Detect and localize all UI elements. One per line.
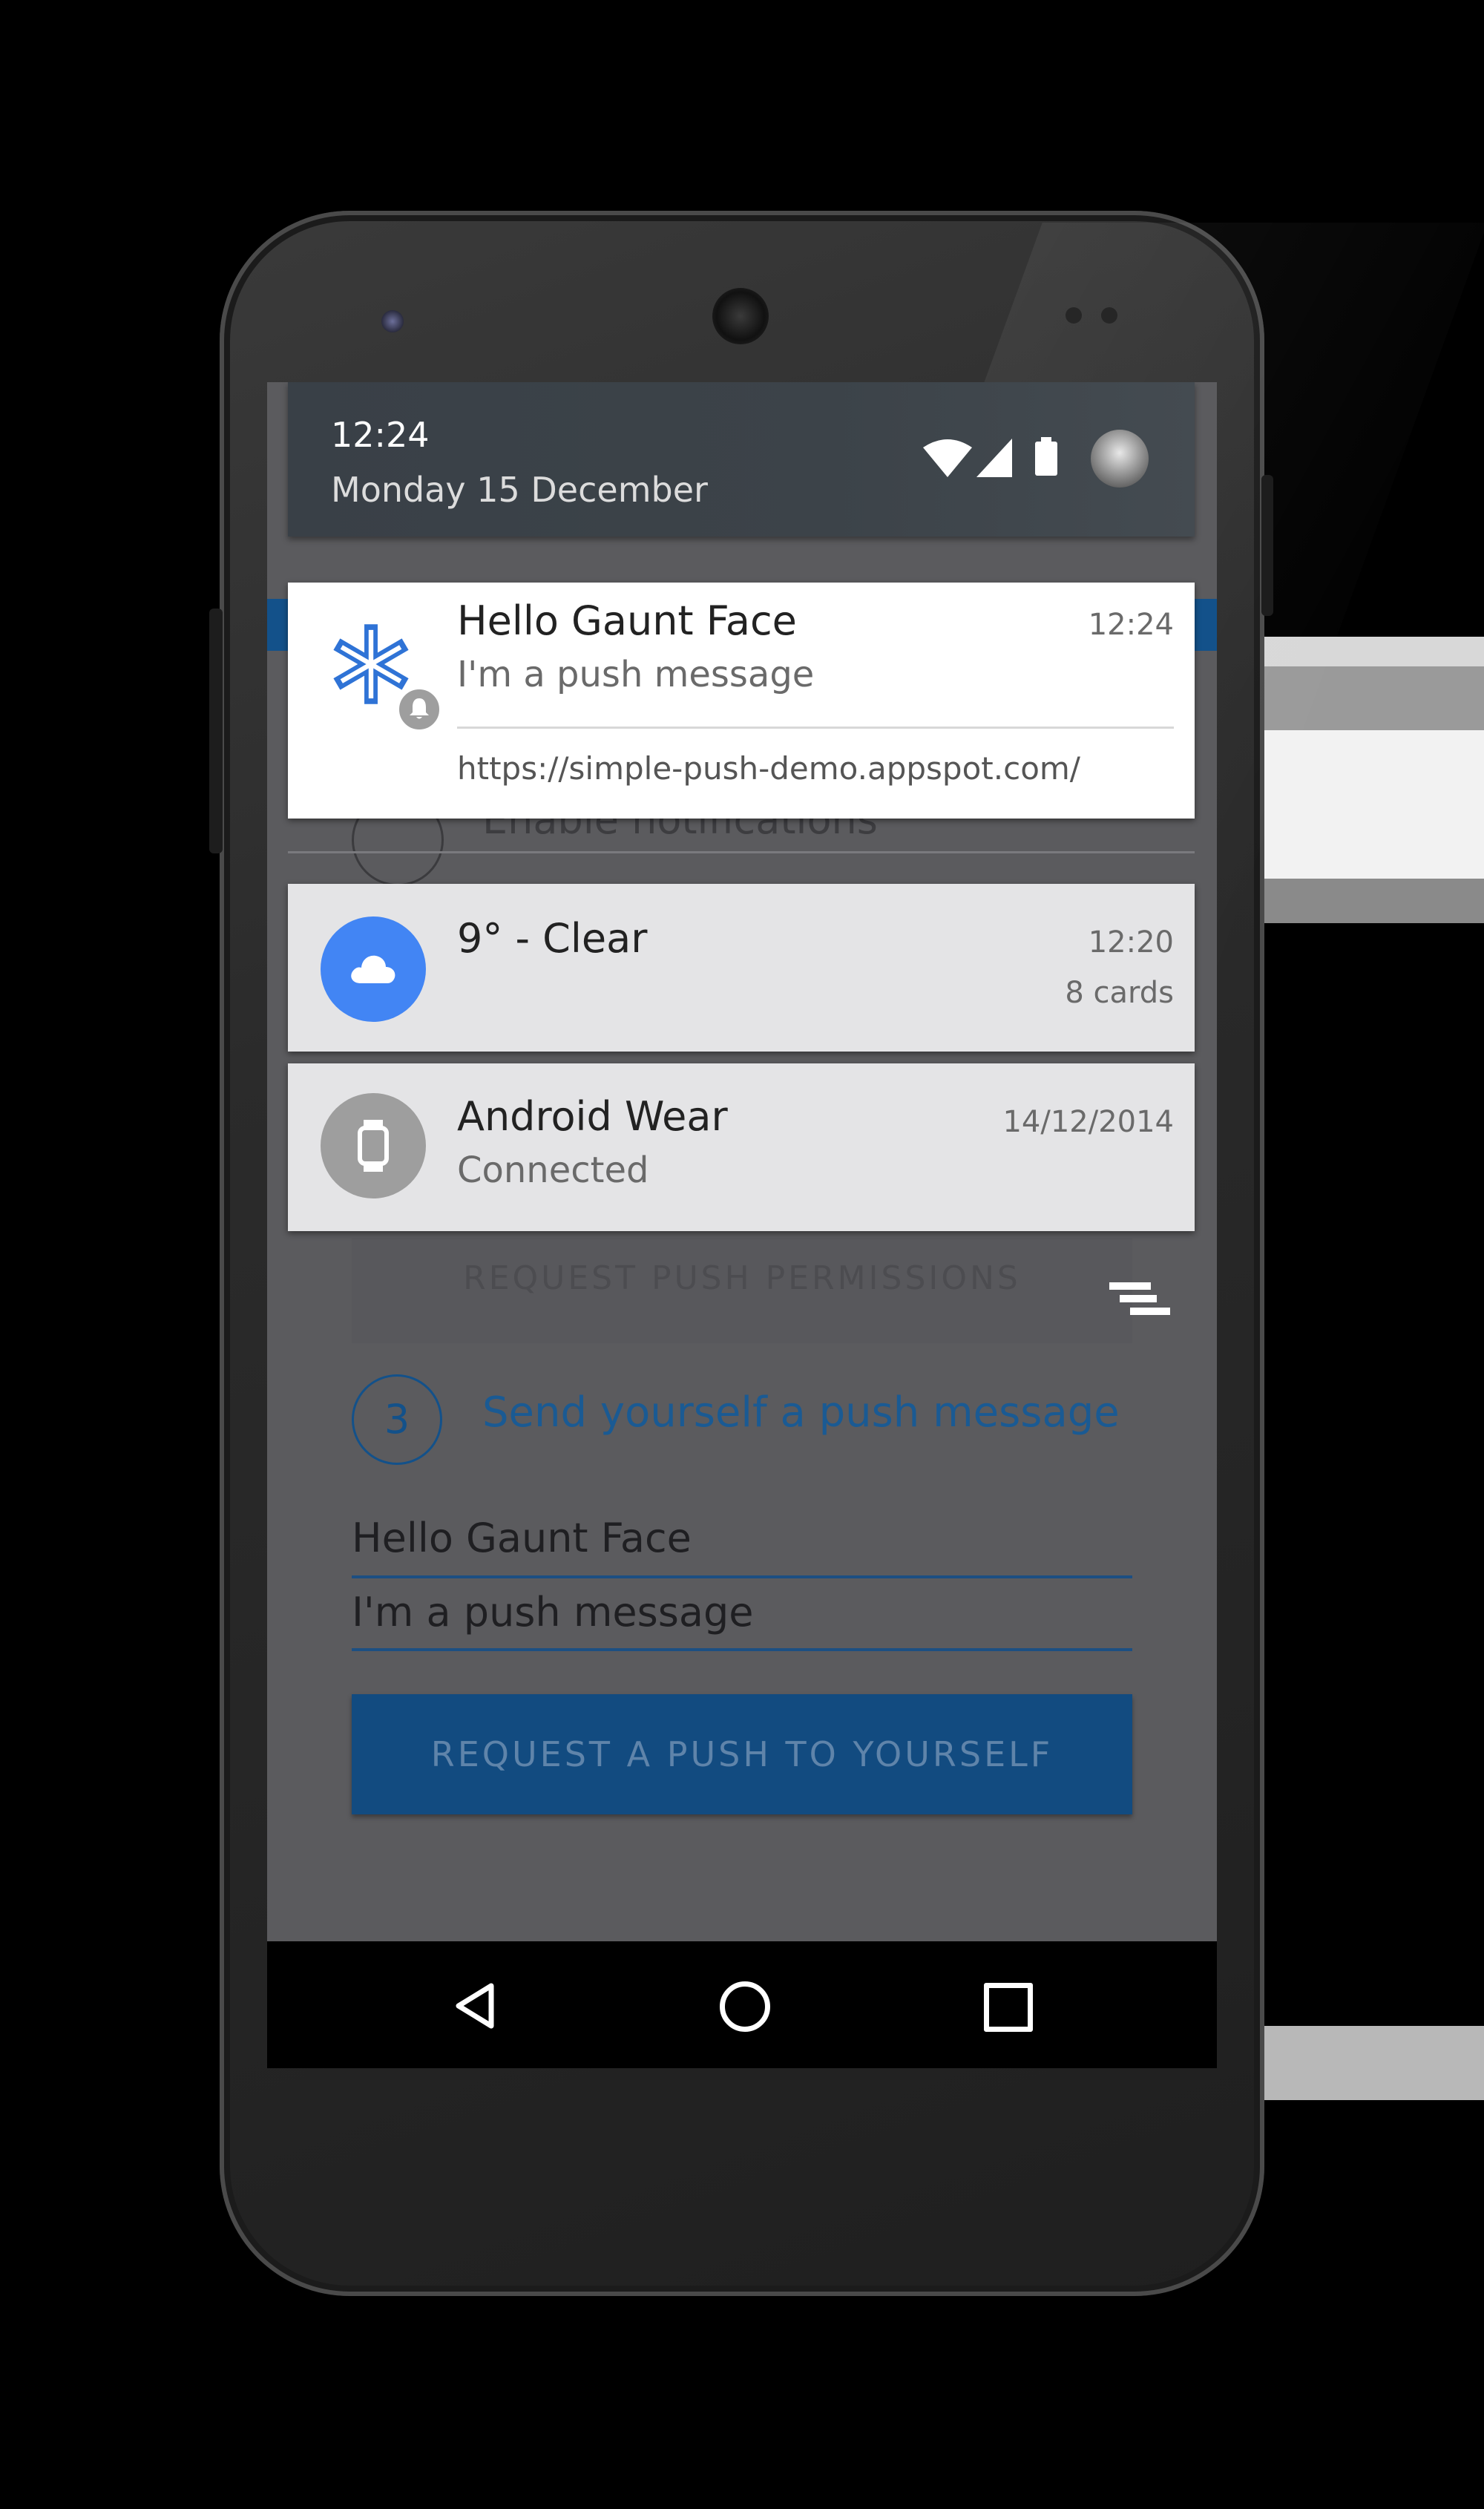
- front-camera: [381, 310, 404, 332]
- volume-button: [209, 609, 223, 853]
- recents-icon[interactable]: [984, 1983, 1033, 2032]
- notification-divider: [457, 727, 1174, 729]
- status-time: 12:24: [331, 415, 430, 455]
- request-permissions-button[interactable]: REQUEST PUSH PERMISSIONS: [352, 1238, 1132, 1343]
- home-icon[interactable]: [720, 1981, 770, 2032]
- notification-push[interactable]: Hello Gaunt Face I'm a push message 12:2…: [288, 583, 1195, 819]
- notification-android-wear[interactable]: Android Wear Connected 14/12/2014: [288, 1063, 1195, 1231]
- title-field[interactable]: Hello Gaunt Face: [352, 1515, 692, 1561]
- step3-number: 3: [352, 1374, 442, 1465]
- watch-icon: [321, 1093, 426, 1198]
- notification-time: 12:24: [1088, 608, 1174, 642]
- light-sensor: [1101, 307, 1117, 324]
- earpiece-speaker: [712, 288, 769, 344]
- menu-icon[interactable]: [1109, 1282, 1170, 1327]
- bell-icon: [396, 686, 442, 732]
- notification-meta: 8 cards: [1065, 976, 1174, 1010]
- title-field-underline: [352, 1575, 1132, 1578]
- notification-title: 9° - Clear: [457, 915, 648, 962]
- proximity-sensor: [1066, 307, 1082, 324]
- background-stripe: [1263, 730, 1484, 879]
- power-button: [1261, 475, 1273, 616]
- notification-time: 14/12/2014: [1002, 1105, 1174, 1139]
- status-date: Monday 15 December: [331, 470, 708, 510]
- notification-url[interactable]: https://simple-push-demo.appspot.com/: [457, 750, 1080, 787]
- screen: Enable notifications REQUEST PUSH PERMIS…: [267, 382, 1217, 2068]
- notification-title: Hello Gaunt Face: [457, 597, 797, 644]
- notification-weather[interactable]: 9° - Clear 12:20 8 cards: [288, 884, 1195, 1052]
- cell-signal-icon: [976, 439, 1012, 477]
- notification-time: 12:20: [1088, 925, 1174, 960]
- wifi-icon: [923, 439, 972, 477]
- avatar[interactable]: [1091, 430, 1149, 488]
- message-field[interactable]: I'm a push message: [352, 1589, 754, 1636]
- notification-message: I'm a push message: [457, 654, 815, 695]
- background-stripe: [1263, 879, 1484, 923]
- status-header: 12:24 Monday 15 December: [288, 382, 1195, 537]
- notification-title: Android Wear: [457, 1093, 728, 1140]
- notification-message: Connected: [457, 1149, 649, 1191]
- back-icon[interactable]: [453, 1981, 499, 2030]
- request-push-button[interactable]: REQUEST A PUSH TO YOURSELF: [352, 1694, 1132, 1814]
- background-stripe: [1263, 2026, 1484, 2100]
- battery-icon: [1035, 437, 1057, 476]
- step3-label: Send yourself a push message: [482, 1388, 1120, 1437]
- navigation-bar: [267, 1941, 1217, 2068]
- cloud-icon: [321, 916, 426, 1022]
- message-field-underline: [352, 1648, 1132, 1651]
- divider: [288, 851, 1195, 853]
